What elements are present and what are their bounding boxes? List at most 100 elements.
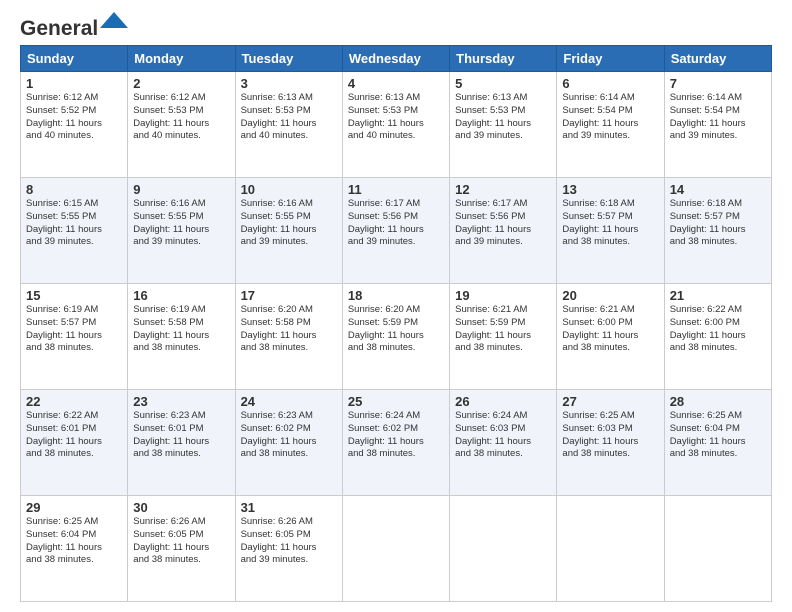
day-info: Sunrise: 6:14 AM Sunset: 5:54 PM Dayligh… xyxy=(562,92,658,143)
calendar-empty xyxy=(450,496,557,602)
day-info: Sunrise: 6:17 AM Sunset: 5:56 PM Dayligh… xyxy=(348,198,444,249)
day-number: 5 xyxy=(455,76,551,91)
day-number: 8 xyxy=(26,182,122,197)
calendar-day-22: 22Sunrise: 6:22 AM Sunset: 6:01 PM Dayli… xyxy=(21,390,128,496)
day-info: Sunrise: 6:20 AM Sunset: 5:58 PM Dayligh… xyxy=(241,304,337,355)
day-info: Sunrise: 6:12 AM Sunset: 5:53 PM Dayligh… xyxy=(133,92,229,143)
day-info: Sunrise: 6:16 AM Sunset: 5:55 PM Dayligh… xyxy=(241,198,337,249)
calendar-day-4: 4Sunrise: 6:13 AM Sunset: 5:53 PM Daylig… xyxy=(342,72,449,178)
calendar-header-monday: Monday xyxy=(128,46,235,72)
calendar-day-9: 9Sunrise: 6:16 AM Sunset: 5:55 PM Daylig… xyxy=(128,178,235,284)
calendar-day-20: 20Sunrise: 6:21 AM Sunset: 6:00 PM Dayli… xyxy=(557,284,664,390)
day-number: 13 xyxy=(562,182,658,197)
calendar-empty xyxy=(664,496,771,602)
calendar-header-thursday: Thursday xyxy=(450,46,557,72)
day-info: Sunrise: 6:23 AM Sunset: 6:01 PM Dayligh… xyxy=(133,410,229,461)
day-info: Sunrise: 6:19 AM Sunset: 5:58 PM Dayligh… xyxy=(133,304,229,355)
day-number: 25 xyxy=(348,394,444,409)
logo-text-general: General xyxy=(20,18,98,39)
calendar-day-25: 25Sunrise: 6:24 AM Sunset: 6:02 PM Dayli… xyxy=(342,390,449,496)
day-number: 24 xyxy=(241,394,337,409)
day-number: 14 xyxy=(670,182,766,197)
day-info: Sunrise: 6:13 AM Sunset: 5:53 PM Dayligh… xyxy=(348,92,444,143)
calendar-empty xyxy=(342,496,449,602)
day-number: 4 xyxy=(348,76,444,91)
day-number: 1 xyxy=(26,76,122,91)
day-number: 17 xyxy=(241,288,337,303)
calendar-header-friday: Friday xyxy=(557,46,664,72)
calendar-day-23: 23Sunrise: 6:23 AM Sunset: 6:01 PM Dayli… xyxy=(128,390,235,496)
calendar-day-17: 17Sunrise: 6:20 AM Sunset: 5:58 PM Dayli… xyxy=(235,284,342,390)
calendar-week-5: 29Sunrise: 6:25 AM Sunset: 6:04 PM Dayli… xyxy=(21,496,772,602)
day-info: Sunrise: 6:25 AM Sunset: 6:04 PM Dayligh… xyxy=(670,410,766,461)
day-number: 12 xyxy=(455,182,551,197)
day-number: 26 xyxy=(455,394,551,409)
day-number: 6 xyxy=(562,76,658,91)
day-info: Sunrise: 6:18 AM Sunset: 5:57 PM Dayligh… xyxy=(562,198,658,249)
logo-icon xyxy=(100,10,128,30)
day-number: 23 xyxy=(133,394,229,409)
day-number: 7 xyxy=(670,76,766,91)
logo: General xyxy=(20,18,128,37)
calendar-day-29: 29Sunrise: 6:25 AM Sunset: 6:04 PM Dayli… xyxy=(21,496,128,602)
calendar-header-tuesday: Tuesday xyxy=(235,46,342,72)
calendar-day-10: 10Sunrise: 6:16 AM Sunset: 5:55 PM Dayli… xyxy=(235,178,342,284)
day-info: Sunrise: 6:22 AM Sunset: 6:00 PM Dayligh… xyxy=(670,304,766,355)
calendar-day-7: 7Sunrise: 6:14 AM Sunset: 5:54 PM Daylig… xyxy=(664,72,771,178)
day-number: 9 xyxy=(133,182,229,197)
day-number: 30 xyxy=(133,500,229,515)
calendar-day-26: 26Sunrise: 6:24 AM Sunset: 6:03 PM Dayli… xyxy=(450,390,557,496)
calendar-day-8: 8Sunrise: 6:15 AM Sunset: 5:55 PM Daylig… xyxy=(21,178,128,284)
day-number: 21 xyxy=(670,288,766,303)
day-number: 31 xyxy=(241,500,337,515)
calendar-day-1: 1Sunrise: 6:12 AM Sunset: 5:52 PM Daylig… xyxy=(21,72,128,178)
day-info: Sunrise: 6:12 AM Sunset: 5:52 PM Dayligh… xyxy=(26,92,122,143)
day-number: 10 xyxy=(241,182,337,197)
day-info: Sunrise: 6:15 AM Sunset: 5:55 PM Dayligh… xyxy=(26,198,122,249)
day-info: Sunrise: 6:24 AM Sunset: 6:03 PM Dayligh… xyxy=(455,410,551,461)
calendar-day-31: 31Sunrise: 6:26 AM Sunset: 6:05 PM Dayli… xyxy=(235,496,342,602)
day-number: 29 xyxy=(26,500,122,515)
day-info: Sunrise: 6:19 AM Sunset: 5:57 PM Dayligh… xyxy=(26,304,122,355)
day-info: Sunrise: 6:16 AM Sunset: 5:55 PM Dayligh… xyxy=(133,198,229,249)
day-info: Sunrise: 6:13 AM Sunset: 5:53 PM Dayligh… xyxy=(455,92,551,143)
calendar-day-12: 12Sunrise: 6:17 AM Sunset: 5:56 PM Dayli… xyxy=(450,178,557,284)
calendar-day-21: 21Sunrise: 6:22 AM Sunset: 6:00 PM Dayli… xyxy=(664,284,771,390)
day-number: 18 xyxy=(348,288,444,303)
day-number: 3 xyxy=(241,76,337,91)
calendar-day-5: 5Sunrise: 6:13 AM Sunset: 5:53 PM Daylig… xyxy=(450,72,557,178)
calendar-day-13: 13Sunrise: 6:18 AM Sunset: 5:57 PM Dayli… xyxy=(557,178,664,284)
calendar-body: 1Sunrise: 6:12 AM Sunset: 5:52 PM Daylig… xyxy=(21,72,772,602)
calendar-day-30: 30Sunrise: 6:26 AM Sunset: 6:05 PM Dayli… xyxy=(128,496,235,602)
day-info: Sunrise: 6:26 AM Sunset: 6:05 PM Dayligh… xyxy=(241,516,337,567)
day-info: Sunrise: 6:23 AM Sunset: 6:02 PM Dayligh… xyxy=(241,410,337,461)
calendar-day-19: 19Sunrise: 6:21 AM Sunset: 5:59 PM Dayli… xyxy=(450,284,557,390)
calendar-day-2: 2Sunrise: 6:12 AM Sunset: 5:53 PM Daylig… xyxy=(128,72,235,178)
calendar-week-2: 8Sunrise: 6:15 AM Sunset: 5:55 PM Daylig… xyxy=(21,178,772,284)
calendar-day-14: 14Sunrise: 6:18 AM Sunset: 5:57 PM Dayli… xyxy=(664,178,771,284)
day-info: Sunrise: 6:25 AM Sunset: 6:03 PM Dayligh… xyxy=(562,410,658,461)
calendar-day-6: 6Sunrise: 6:14 AM Sunset: 5:54 PM Daylig… xyxy=(557,72,664,178)
calendar-day-16: 16Sunrise: 6:19 AM Sunset: 5:58 PM Dayli… xyxy=(128,284,235,390)
day-number: 11 xyxy=(348,182,444,197)
calendar-empty xyxy=(557,496,664,602)
day-number: 16 xyxy=(133,288,229,303)
day-number: 19 xyxy=(455,288,551,303)
calendar-header-sunday: Sunday xyxy=(21,46,128,72)
calendar-header-saturday: Saturday xyxy=(664,46,771,72)
calendar-day-11: 11Sunrise: 6:17 AM Sunset: 5:56 PM Dayli… xyxy=(342,178,449,284)
calendar-day-28: 28Sunrise: 6:25 AM Sunset: 6:04 PM Dayli… xyxy=(664,390,771,496)
day-number: 20 xyxy=(562,288,658,303)
calendar-header-wednesday: Wednesday xyxy=(342,46,449,72)
day-info: Sunrise: 6:21 AM Sunset: 6:00 PM Dayligh… xyxy=(562,304,658,355)
day-number: 22 xyxy=(26,394,122,409)
day-number: 28 xyxy=(670,394,766,409)
calendar-week-3: 15Sunrise: 6:19 AM Sunset: 5:57 PM Dayli… xyxy=(21,284,772,390)
calendar-day-15: 15Sunrise: 6:19 AM Sunset: 5:57 PM Dayli… xyxy=(21,284,128,390)
day-number: 2 xyxy=(133,76,229,91)
page: General SundayMondayTuesdayWednesdayThur… xyxy=(0,0,792,612)
day-info: Sunrise: 6:24 AM Sunset: 6:02 PM Dayligh… xyxy=(348,410,444,461)
calendar-day-3: 3Sunrise: 6:13 AM Sunset: 5:53 PM Daylig… xyxy=(235,72,342,178)
calendar-day-18: 18Sunrise: 6:20 AM Sunset: 5:59 PM Dayli… xyxy=(342,284,449,390)
calendar-week-1: 1Sunrise: 6:12 AM Sunset: 5:52 PM Daylig… xyxy=(21,72,772,178)
